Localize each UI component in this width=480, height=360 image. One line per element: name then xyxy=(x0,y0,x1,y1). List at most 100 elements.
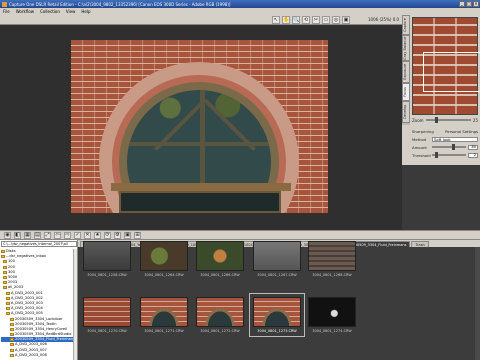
browser-tool-button-5[interactable]: ⇦ xyxy=(54,231,61,239)
sharpening-settings-button[interactable]: Personal Settings xyxy=(445,129,478,134)
folder-icon xyxy=(3,265,7,269)
thumbnail-scrollbar[interactable] xyxy=(475,247,480,360)
thumbnail-image xyxy=(253,297,301,327)
method-row: Method Soft look xyxy=(412,136,478,142)
menu-workflow[interactable]: Workflow xyxy=(16,9,34,14)
browser-tool-button-12[interactable]: ▣ xyxy=(124,231,131,239)
thumbnail-caption: 3004_0801_1266.CRW xyxy=(200,273,240,277)
thumbnail[interactable]: 3004_0801_1271.CRW xyxy=(140,297,188,333)
tool-button-4[interactable]: ✂ xyxy=(312,16,320,24)
browser-tool-button-0[interactable]: ◉ xyxy=(4,231,11,239)
folder-label: A_DVD_2003_008 xyxy=(15,352,47,357)
folder-path-field[interactable]: C:\...\dsr_negatives_internal_2007\all xyxy=(1,241,77,247)
thumbnail-caption: 3004_0801_1268.CRW xyxy=(312,273,352,277)
zoom-slider[interactable] xyxy=(425,117,471,123)
browser-tool-button-8[interactable]: ✕ xyxy=(84,231,91,239)
amount-slider[interactable] xyxy=(432,144,466,150)
threshold-slider[interactable] xyxy=(432,152,466,158)
panel-empty-area xyxy=(402,165,480,230)
thumbnail-caption: 3004_0801_1272.CRW xyxy=(200,329,240,333)
sharpening-header: Sharpening Personal Settings xyxy=(412,129,478,134)
thumbnail[interactable]: 3004_0801_1266.CRW xyxy=(196,241,244,277)
zoom-readout: 1006 (25%) 0.0 xyxy=(368,17,400,22)
tool-button-3[interactable]: ⟲ xyxy=(302,16,310,24)
thumbnail-image xyxy=(140,297,188,327)
thumbnail[interactable]: 3004_0801_1272.CRW xyxy=(196,297,244,333)
folder-icon xyxy=(6,307,10,311)
navigator-viewport-rect[interactable] xyxy=(423,52,480,92)
thumbnail-caption: 3004_0801_1273.CRW xyxy=(257,329,297,333)
thumbnail[interactable]: 3004_0801_1258.CRW xyxy=(83,241,131,277)
browser-tool-button-2[interactable]: ▦ xyxy=(24,231,31,239)
thumbnail[interactable]: 3004_0801_1274.CRW xyxy=(308,297,356,333)
navigator-thumbnail[interactable] xyxy=(412,17,480,115)
tool-button-1[interactable]: ✋ xyxy=(282,16,290,24)
amount-label: Amount xyxy=(412,144,427,150)
method-select[interactable]: Soft look xyxy=(432,136,478,142)
browser-tool-button-9[interactable]: ★ xyxy=(94,231,101,239)
folder-icon xyxy=(1,255,5,259)
right-panel: Capture Gray Balance Exposure Focus Deve… xyxy=(402,15,480,230)
menu-help[interactable]: Help xyxy=(81,9,90,14)
preview-photo xyxy=(71,40,328,213)
menu-file[interactable]: File xyxy=(3,9,10,14)
zoom-label: Zoom xyxy=(412,117,424,123)
thumbnail[interactable]: 3004_0801_1267.CRW xyxy=(253,241,301,277)
tool-button-7[interactable]: ▣ xyxy=(342,16,350,24)
thumbnail[interactable]: 3004_0801_1268.CRW xyxy=(308,241,356,277)
window-title: Capture One DSLR Retail Edition - C:\a\2… xyxy=(9,1,231,7)
folder-tree: C:\...\dsr_negatives_internal_2007\all D… xyxy=(0,240,78,360)
thumbnail[interactable]: 3004_0801_1273.CRW xyxy=(249,293,305,337)
tool-button-5[interactable]: ▭ xyxy=(322,16,330,24)
tool-button-6[interactable]: ◎ xyxy=(332,16,340,24)
tab-focus[interactable]: Focus xyxy=(402,83,410,101)
thumbnail-caption: 3004_0801_1267.CRW xyxy=(257,273,297,277)
tab-exposure[interactable]: Exposure xyxy=(402,61,410,83)
amount-field[interactable]: 80 xyxy=(468,144,478,150)
browser-tool-button-13[interactable]: ⊞ xyxy=(134,231,141,239)
image-preview-area[interactable] xyxy=(0,25,402,230)
folder-icon xyxy=(3,281,7,285)
app-icon xyxy=(2,1,7,7)
window-controls: _ □ × xyxy=(459,1,479,7)
maximize-button[interactable]: □ xyxy=(466,1,472,7)
browser-tool-button-7[interactable]: ✓ xyxy=(74,231,81,239)
browser-tool-button-6[interactable]: ⇨ xyxy=(64,231,71,239)
tab-develop[interactable]: Develop xyxy=(402,101,410,123)
thumbnail-image xyxy=(83,297,131,327)
browser-tool-button-1[interactable]: ◧ xyxy=(14,231,21,239)
window-sill xyxy=(111,183,291,191)
tool-button-2[interactable]: 🔍 xyxy=(292,16,300,24)
folder-icon xyxy=(10,327,14,331)
zoom-slider-knob[interactable] xyxy=(434,117,438,123)
zoom-value: 25 xyxy=(472,117,478,123)
folder-tree-item[interactable]: A_DVD_2003_008 xyxy=(1,353,77,358)
threshold-field[interactable]: 2 xyxy=(468,152,478,158)
browser-tool-button-3[interactable]: ▤ xyxy=(34,231,41,239)
tab-capture[interactable]: Capture xyxy=(402,15,410,35)
thumbnail-image xyxy=(308,241,356,271)
tool-button-0[interactable]: ↖ xyxy=(272,16,280,24)
folder-icon xyxy=(3,286,7,290)
thumbnail[interactable]: 3004_0801_1264.CRW xyxy=(140,241,188,277)
thumbnail[interactable]: 3004_0801_1270.CRW xyxy=(83,297,131,333)
folder-icon xyxy=(6,301,10,305)
app-window: Capture One DSLR Retail Edition - C:\a\2… xyxy=(0,0,480,360)
tool-tabs: Capture Gray Balance Exposure Focus Deve… xyxy=(402,15,410,125)
tab-gray-balance[interactable]: Gray Balance xyxy=(402,35,410,61)
thumbnail-image xyxy=(253,241,301,271)
method-label: Method xyxy=(412,136,427,142)
folder-tree-scrollbar[interactable] xyxy=(73,249,77,360)
browser-tool-button-11[interactable]: ⚙ xyxy=(114,231,121,239)
close-button[interactable]: × xyxy=(473,1,479,7)
browser-toolbar: ◉ ◧ ▦ ▤ ⤢ ⇦ ⇨ ✓ ✕ ★ ⟳ ⚙ ▣ ⊞ xyxy=(0,230,480,240)
menu-collection[interactable]: Collection xyxy=(40,9,60,14)
folder-icon xyxy=(10,322,14,326)
title-bar: Capture One DSLR Retail Edition - C:\a\2… xyxy=(0,0,480,8)
browser-tool-button-10[interactable]: ⟳ xyxy=(104,231,111,239)
folder-icon xyxy=(3,270,7,274)
menu-view[interactable]: View xyxy=(66,9,76,14)
main-toolbar: ↖ ✋ 🔍 ⟲ ✂ ▭ ◎ ▣ 1006 (25%) 0.0 xyxy=(0,15,402,25)
minimize-button[interactable]: _ xyxy=(459,1,465,7)
browser-tool-button-4[interactable]: ⤢ xyxy=(44,231,51,239)
